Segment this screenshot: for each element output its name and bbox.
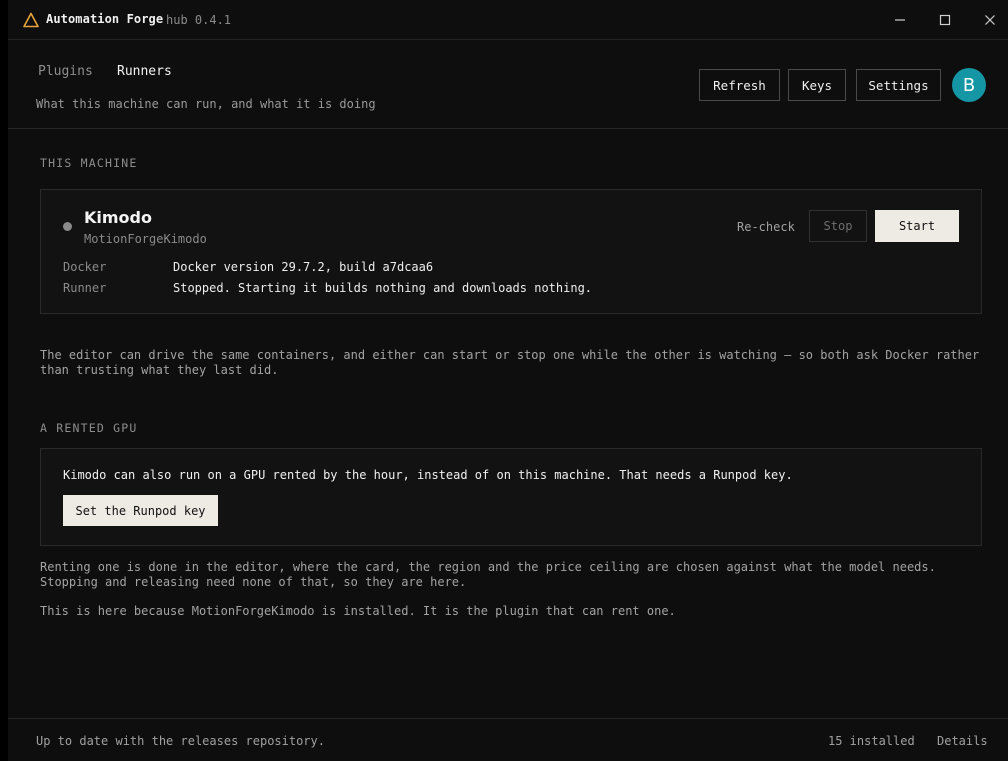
avatar[interactable]: B [952, 68, 986, 102]
docker-label: Docker [63, 260, 107, 274]
keys-button[interactable]: Keys [788, 69, 846, 101]
update-status: Up to date with the releases repository. [36, 734, 325, 748]
docker-value: Docker version 29.7.2, build a7dcaa6 [173, 260, 434, 274]
close-icon [985, 15, 995, 25]
status-bar: Up to date with the releases repository.… [8, 718, 1008, 761]
recheck-button[interactable]: Re-check [737, 220, 795, 234]
runner-status-value: Stopped. Starting it builds nothing and … [173, 281, 593, 295]
title-bar: Automation Forge hub 0.4.1 [8, 0, 1008, 40]
left-rail [0, 0, 8, 761]
runner-card: Kimodo MotionForgeKimodo Re-check Stop S… [40, 189, 982, 314]
runner-label: Runner [63, 281, 107, 295]
tab-plugins[interactable]: Plugins [38, 64, 93, 79]
page-subtitle: What this machine can run, and what it i… [36, 97, 376, 111]
app-title: Automation Forge [46, 12, 164, 26]
gpu-card: Kimodo can also run on a GPU rented by t… [40, 448, 982, 546]
section-label-this-machine: THIS MACHINE [40, 156, 138, 170]
gpu-description: Kimodo can also run on a GPU rented by t… [63, 468, 793, 482]
set-runpod-key-button[interactable]: Set the Runpod key [63, 495, 218, 526]
start-button[interactable]: Start [875, 210, 959, 242]
minimize-icon [895, 19, 905, 21]
runner-plugin: MotionForgeKimodo [84, 232, 207, 246]
tab-runners[interactable]: Runners [117, 64, 172, 79]
triangle-logo-icon [23, 12, 39, 28]
close-button[interactable] [976, 7, 1004, 33]
app-version: hub 0.4.1 [166, 13, 232, 27]
maximize-button[interactable] [931, 7, 959, 33]
app-window: Automation Forge hub 0.4.1 Plugins Runne… [0, 0, 1008, 761]
refresh-button[interactable]: Refresh [699, 69, 780, 101]
details-link[interactable]: Details [937, 734, 988, 748]
status-indicator [63, 222, 72, 231]
section-label-rented-gpu: A RENTED GPU [40, 421, 138, 435]
minimize-button[interactable] [886, 7, 914, 33]
gpu-note-plugin: This is here because MotionForgeKimodo i… [40, 604, 676, 618]
maximize-icon [939, 14, 951, 26]
machine-note: The editor can drive the same containers… [40, 348, 980, 377]
stop-button[interactable]: Stop [809, 210, 867, 242]
gpu-note-renting: Renting one is done in the editor, where… [40, 560, 936, 589]
settings-button[interactable]: Settings [856, 69, 941, 101]
page-header: Plugins Runners What this machine can ru… [8, 40, 1008, 129]
runner-name: Kimodo [84, 208, 152, 227]
installed-count: 15 installed [828, 734, 915, 748]
